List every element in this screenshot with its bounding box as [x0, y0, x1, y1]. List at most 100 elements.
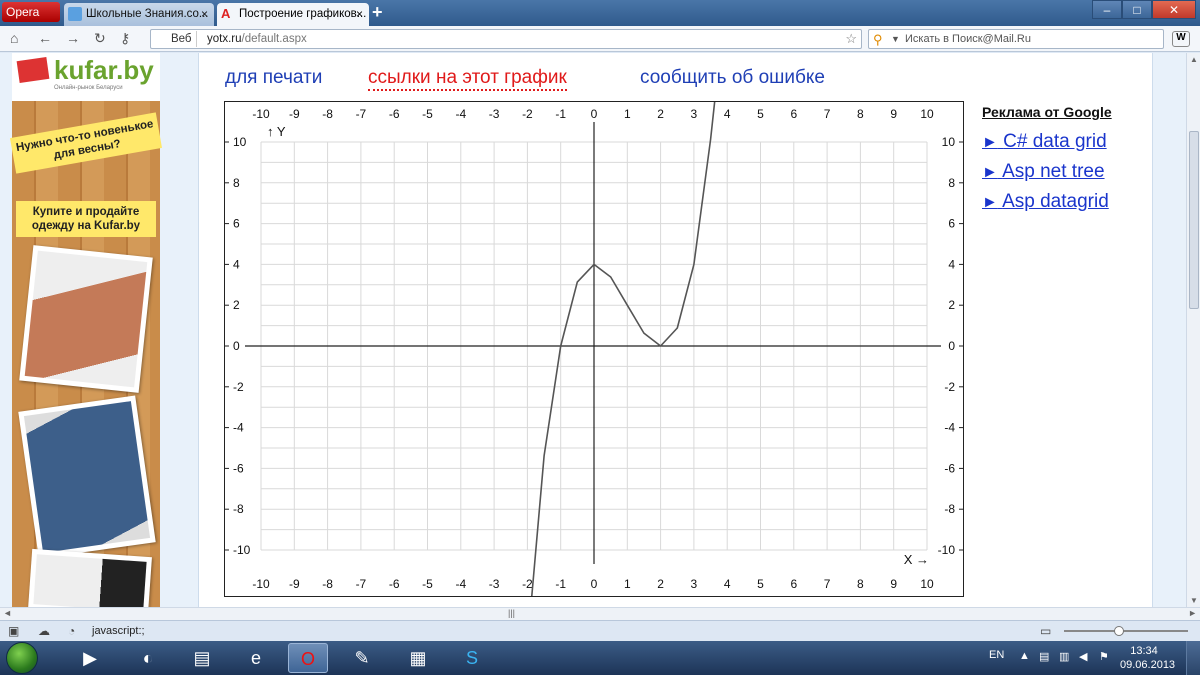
x-tick-label-bottom: -1: [555, 577, 566, 591]
tab-school[interactable]: Школьные Знания.со... ×: [64, 3, 214, 26]
x-tick-label-bottom: 10: [920, 577, 934, 591]
x-tick-label-bottom: 6: [790, 577, 797, 591]
ad-label: C# data grid: [1003, 131, 1107, 152]
status-text: javascript:;: [92, 625, 145, 637]
zoom-knob[interactable]: [1114, 626, 1124, 636]
start-button[interactable]: [6, 642, 38, 674]
scroll-grip-icon[interactable]: |||: [508, 608, 515, 618]
y-tick-label-left: -10: [233, 543, 251, 557]
scroll-right-icon[interactable]: ►: [1188, 608, 1197, 618]
x-tick-label-bottom: 4: [724, 577, 731, 591]
horizontal-scrollbar[interactable]: ◄ ||| ►: [0, 607, 1200, 620]
panel-toggle-icon[interactable]: ▣: [8, 624, 19, 638]
new-tab-button[interactable]: +: [372, 2, 383, 23]
tab-close-icon[interactable]: ×: [201, 3, 208, 25]
internet-explorer-icon[interactable]: e: [236, 643, 276, 673]
clock[interactable]: 13:34 09.06.2013: [1120, 644, 1175, 672]
key-icon[interactable]: ⚷: [120, 30, 130, 47]
action-center-icon[interactable]: ⚑: [1099, 650, 1109, 663]
ad-link-asp-datagrid[interactable]: ► Asp datagrid: [982, 191, 1109, 213]
search-engine-icon[interactable]: ⚲: [873, 31, 883, 49]
y-tick-label-right: 0: [948, 339, 955, 353]
x-tick-label-top: -10: [252, 107, 270, 121]
scroll-thumb[interactable]: [1189, 131, 1199, 309]
report-error-link[interactable]: сообщить об ошибке: [640, 67, 825, 89]
show-desktop-button[interactable]: [1186, 641, 1200, 675]
x-tick-label-bottom: 1: [624, 577, 631, 591]
tab-close-icon[interactable]: ×: [356, 3, 363, 25]
volume-icon[interactable]: ◀: [1079, 650, 1087, 663]
y-tick-label-left: -2: [233, 380, 244, 394]
banner-slogan-1: Нужно что-то новенькое для весны?: [9, 112, 163, 174]
kufar-tagline: Онлайн-рынок Беларуси: [54, 85, 123, 91]
x-tick-label-bottom: -9: [289, 577, 300, 591]
x-tick-label-top: -5: [422, 107, 433, 121]
y-tick-label-right: -6: [944, 461, 955, 475]
file-explorer-icon[interactable]: ▤: [182, 643, 222, 673]
search-placeholder: Искать в Поиск@Mail.Ru: [905, 33, 1031, 45]
address-url[interactable]: yotx.ru/default.aspx: [207, 30, 307, 48]
kufar-logo-area: kufar.by Онлайн-рынок Беларуси: [12, 53, 160, 101]
y-tick-label-right: 2: [948, 298, 955, 312]
scroll-up-icon[interactable]: ▲: [1190, 55, 1198, 64]
reload-icon[interactable]: ↻: [94, 30, 106, 47]
back-icon[interactable]: ←: [38, 30, 52, 46]
browser-statusbar: ▣ ☁ ◔ javascript:; ▭: [0, 620, 1200, 641]
x-tick-label-top: -7: [356, 107, 367, 121]
x-tick-label-bottom: 3: [691, 577, 698, 591]
speed-dial-icon[interactable]: ◔: [68, 624, 75, 638]
function-curve: [530, 102, 716, 596]
x-tick-label-top: -3: [489, 107, 500, 121]
maximize-button[interactable]: □: [1122, 0, 1152, 19]
media-player-icon[interactable]: ▶: [70, 643, 110, 673]
x-tick-label-top: -9: [289, 107, 300, 121]
browser-tabbar: Opera Школьные Знания.со... × A Построен…: [0, 0, 1200, 26]
cloud-icon[interactable]: ☁: [38, 624, 50, 638]
chevron-down-icon[interactable]: ▼: [891, 30, 900, 48]
y-tick-label-left: 2: [233, 298, 240, 312]
y-tick-label-right: 8: [948, 176, 955, 190]
app-icon[interactable]: ◐: [128, 643, 168, 673]
language-indicator[interactable]: EN: [989, 649, 1004, 661]
tab-graphs[interactable]: A Построение графиков... ×: [217, 3, 369, 26]
kufar-ad-banner[interactable]: kufar.by Онлайн-рынок Беларуси Нужно что…: [9, 53, 163, 607]
view-icon[interactable]: ▭: [1040, 624, 1051, 638]
web-mode-label[interactable]: Веб: [155, 31, 197, 47]
wikipedia-icon[interactable]: W: [1172, 31, 1190, 47]
zoom-slider[interactable]: [1064, 626, 1188, 636]
address-bar[interactable]: Веб yotx.ru/default.aspx ☆: [150, 29, 862, 49]
x-tick-label-bottom: -8: [322, 577, 333, 591]
home-icon[interactable]: ⌂: [10, 30, 18, 46]
scroll-down-icon[interactable]: ▼: [1190, 596, 1198, 605]
y-tick-label-left: 6: [233, 217, 240, 231]
paint-icon[interactable]: ✎: [342, 643, 382, 673]
x-tick-label-top: 6: [790, 107, 797, 121]
function-graph: -10 -10 -9 -9 -8 -8 -7 -7 -6 -6 -5 -5 -4 -4 -3 -3 -2 -2 -1…: [224, 101, 964, 597]
browser-navbar: ⌂ ← → ↻ ⚷ Веб yotx.ru/default.aspx ☆ ⚲ ▼…: [0, 26, 1200, 52]
x-tick-label-top: 4: [724, 107, 731, 121]
opera-menu-button[interactable]: Opera: [2, 2, 60, 22]
scroll-left-icon[interactable]: ◄: [3, 608, 12, 618]
bookmark-star-icon[interactable]: ☆: [845, 30, 857, 48]
school-favicon-icon: [68, 7, 82, 21]
network-icon[interactable]: ▥: [1059, 650, 1069, 663]
search-field[interactable]: ⚲ ▼ Искать в Поиск@Mail.Ru: [868, 29, 1164, 49]
forward-icon[interactable]: →: [66, 30, 80, 46]
print-link[interactable]: для печати: [225, 67, 322, 89]
minimize-button[interactable]: –: [1092, 0, 1122, 19]
vertical-scrollbar[interactable]: ▲ ▼: [1186, 53, 1200, 607]
close-window-button[interactable]: ✕: [1152, 0, 1196, 19]
graph-links-link[interactable]: ссылки на этот график: [368, 67, 567, 91]
skype-icon[interactable]: S: [452, 643, 492, 673]
ad-link-asp-net-tree[interactable]: ► Asp net tree: [982, 161, 1105, 183]
calculator-icon[interactable]: ▦: [398, 643, 438, 673]
y-tick-label-right: -10: [938, 543, 956, 557]
tray-app-icon[interactable]: ▤: [1039, 650, 1049, 663]
ad-link-csharp-datagrid[interactable]: ► C# data grid: [982, 131, 1107, 153]
google-ads-title[interactable]: Реклама от Google: [982, 104, 1112, 120]
y-tick-label-right: -4: [944, 421, 955, 435]
x-tick-label-top: -1: [555, 107, 566, 121]
x-tick-label-top: 10: [920, 107, 934, 121]
opera-taskbar-icon[interactable]: O: [288, 643, 328, 673]
chevron-up-icon[interactable]: ▲: [1019, 650, 1030, 662]
